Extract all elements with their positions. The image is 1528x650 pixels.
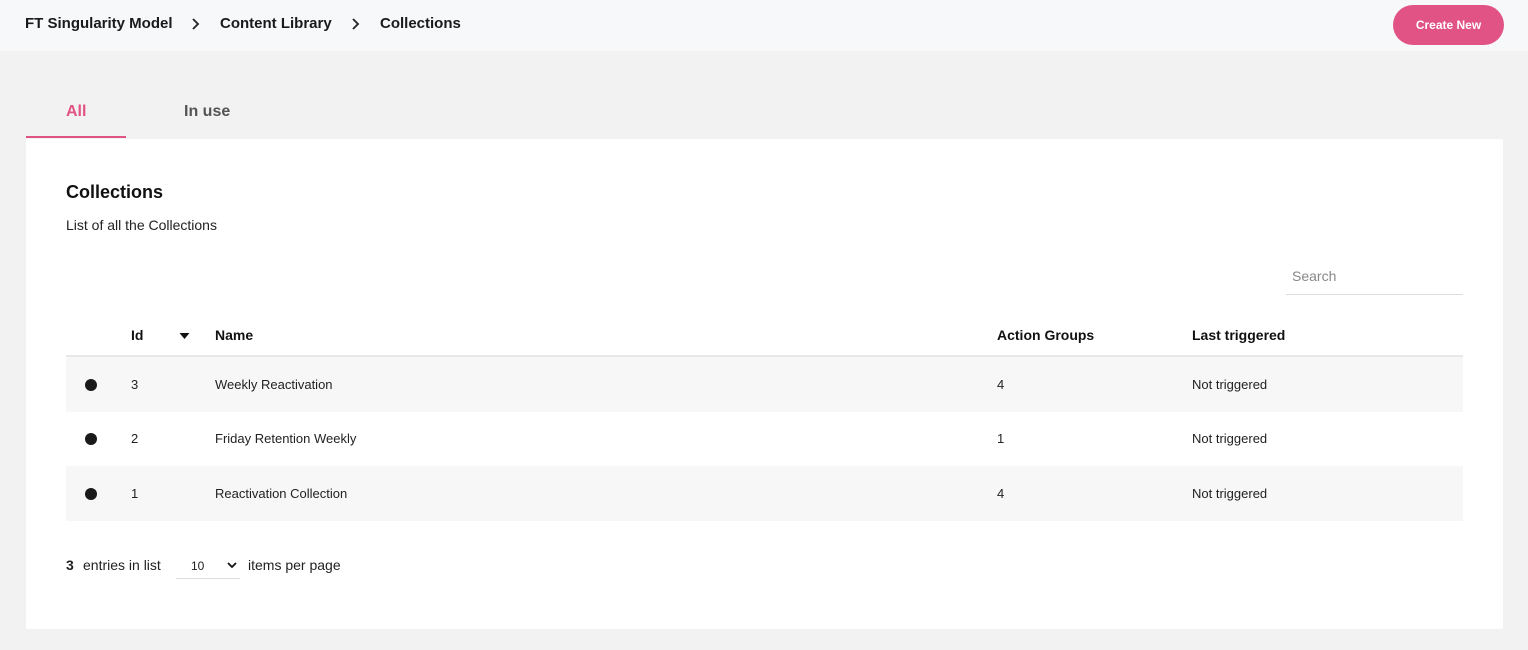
table-row[interactable]: 1 Reactivation Collection 4 Not triggere…: [66, 466, 1463, 521]
top-bar: FT Singularity Model Content Library Col…: [0, 0, 1528, 51]
items-per-page-value: 10: [191, 559, 205, 573]
row-name[interactable]: Reactivation Collection: [215, 486, 347, 501]
chevron-down-icon: [227, 562, 237, 569]
status-dot-icon: [85, 488, 97, 500]
status-dot-icon: [85, 379, 97, 391]
row-last-triggered: Not triggered: [1192, 431, 1268, 446]
row-action-groups: 4: [997, 486, 1005, 501]
items-per-page-select[interactable]: 10: [176, 554, 240, 579]
active-tab-indicator: [26, 136, 126, 138]
chevron-right-icon: [192, 18, 200, 30]
breadcrumb-item-content-library[interactable]: Content Library: [220, 15, 332, 32]
row-name[interactable]: Weekly Reactivation: [215, 377, 333, 392]
row-name[interactable]: Friday Retention Weekly: [215, 431, 356, 446]
page-subtitle: List of all the Collections: [66, 217, 217, 233]
entries-count: 3: [66, 557, 74, 573]
row-id: 2: [131, 431, 139, 446]
row-last-triggered: Not triggered: [1192, 486, 1268, 501]
tab-all[interactable]: All: [66, 103, 86, 121]
status-dot-icon: [85, 433, 97, 445]
chevron-right-icon: [352, 18, 360, 30]
row-id: 3: [131, 377, 139, 392]
table-row[interactable]: 3 Weekly Reactivation 4 Not triggered: [66, 357, 1463, 412]
row-id: 1: [131, 486, 139, 501]
page-title: Collections: [66, 182, 164, 202]
tab-in-use[interactable]: In use: [184, 103, 230, 121]
create-new-button[interactable]: Create New: [1393, 5, 1504, 45]
breadcrumb-item-model[interactable]: FT Singularity Model: [25, 15, 173, 32]
search-input[interactable]: [1286, 258, 1463, 295]
row-action-groups: 4: [997, 377, 1005, 392]
table-row[interactable]: 2 Friday Retention Weekly 1 Not triggere…: [66, 411, 1463, 466]
column-header-last-triggered[interactable]: Last triggered: [1192, 327, 1285, 343]
column-header-action-groups[interactable]: Action Groups: [997, 327, 1094, 343]
row-action-groups: 1: [997, 431, 1005, 446]
column-header-id[interactable]: Id: [131, 327, 143, 343]
row-last-triggered: Not triggered: [1192, 377, 1268, 392]
items-per-page-label: items per page: [248, 557, 341, 573]
entries-label: entries in list: [83, 557, 161, 573]
breadcrumb-item-collections: Collections: [380, 15, 461, 32]
caret-down-icon[interactable]: [179, 332, 190, 340]
column-header-name[interactable]: Name: [215, 327, 253, 343]
